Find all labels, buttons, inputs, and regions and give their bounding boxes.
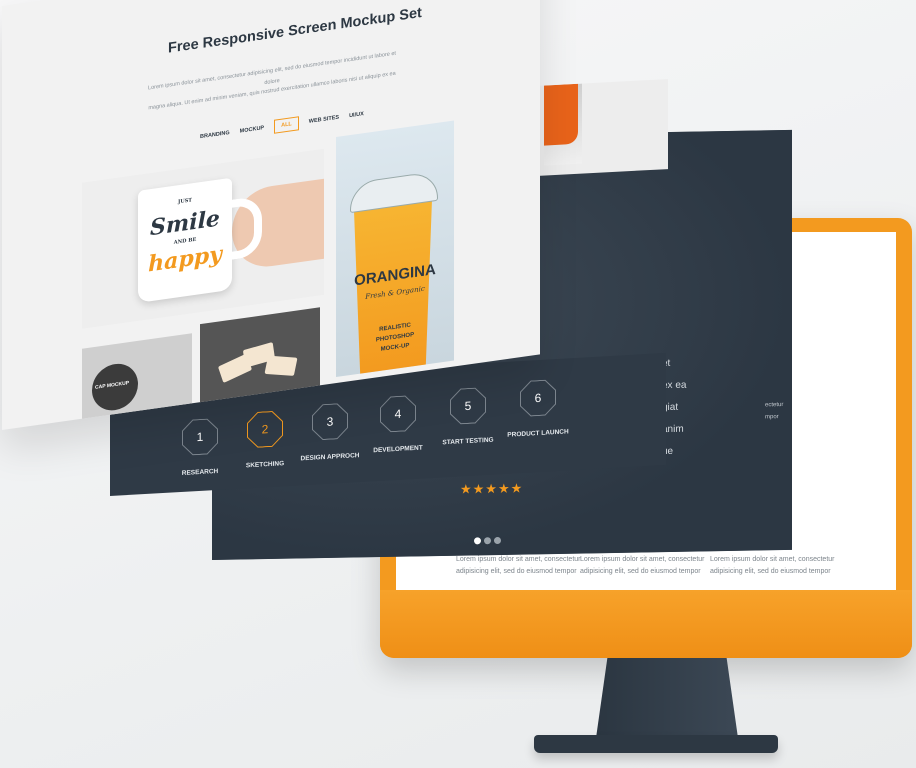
imac-chin <box>380 590 912 658</box>
process-step[interactable]: 6 PRODUCT LAUNCH <box>498 378 578 439</box>
step-number: 4 <box>381 396 415 432</box>
step-number: 5 <box>451 388 485 424</box>
filter-all[interactable]: ALL <box>274 116 299 134</box>
slider-dot[interactable] <box>474 537 481 545</box>
process-step[interactable]: 5 START TESTING <box>428 386 508 447</box>
hero-small-text: mpor <box>765 414 779 421</box>
middle-screen <box>536 79 668 176</box>
filter-branding[interactable]: BRANDING <box>200 130 230 140</box>
imac-base <box>534 735 778 753</box>
process-step[interactable]: 4 DEVELOPMENT <box>358 394 438 455</box>
slider-dot[interactable] <box>484 537 491 545</box>
step-octagon: 4 <box>380 395 416 433</box>
orange-product <box>544 83 578 146</box>
imac-text-column-1: Lorem ipsum dolor sit amet, consectetur … <box>456 554 581 578</box>
imac-text-line: Lorem ipsum dolor sit amet, consectetur <box>580 556 705 563</box>
slider-dots[interactable] <box>474 536 501 545</box>
imac-text-line: adipisicing elit, sed do eiusmod tempor <box>456 568 577 575</box>
step-number: 2 <box>248 411 282 447</box>
portfolio-item-drink[interactable]: ORANGINA Fresh & Organic REALISTIC PHOTO… <box>336 120 454 378</box>
step-octagon: 2 <box>247 410 283 448</box>
step-number: 1 <box>183 419 217 455</box>
imac-stand <box>596 658 738 738</box>
slider-dot[interactable] <box>494 536 501 545</box>
step-label: PRODUCT LAUNCH <box>507 428 569 439</box>
step-label: DEVELOPMENT <box>373 444 423 455</box>
imac-text-line: adipisicing elit, sed do eiusmod tempor <box>710 568 831 575</box>
imac-text-line: Lorem ipsum dolor sit amet, consectetur <box>710 556 835 563</box>
step-octagon: 1 <box>182 418 218 456</box>
filter-web-sites[interactable]: WEB SITES <box>309 115 339 125</box>
hero-small-text: ectetur <box>765 402 784 409</box>
filter-mockup[interactable]: MOCKUP <box>240 125 264 134</box>
filter-ui-ux[interactable]: UI/UX <box>349 111 364 119</box>
imac-text-column-3: Lorem ipsum dolor sit amet, consectetur … <box>710 554 835 578</box>
step-number: 6 <box>521 380 555 416</box>
mug-image: JUST Smile AND BE happy <box>138 177 232 303</box>
step-label: START TESTING <box>442 436 494 447</box>
step-octagon: 3 <box>312 403 348 441</box>
portfolio-screen: Free Responsive Screen Mockup Set Lorem … <box>2 0 540 430</box>
business-card-image <box>264 355 298 376</box>
step-number: 3 <box>313 404 347 440</box>
step-octagon: 6 <box>520 379 556 417</box>
imac-text-line: Lorem ipsum dolor sit amet, consectetur <box>456 556 581 563</box>
rating-stars: ★★★★★ <box>460 480 524 497</box>
step-octagon: 5 <box>450 387 486 425</box>
imac-text-column-2: Lorem ipsum dolor sit amet, consectetur … <box>580 554 705 578</box>
page-title: Free Responsive Screen Mockup Set <box>168 4 422 57</box>
portfolio-item-mug[interactable]: JUST Smile AND BE happy <box>82 148 324 329</box>
imac-text-line: adipisicing elit, sed do eiusmod tempor <box>580 568 701 575</box>
